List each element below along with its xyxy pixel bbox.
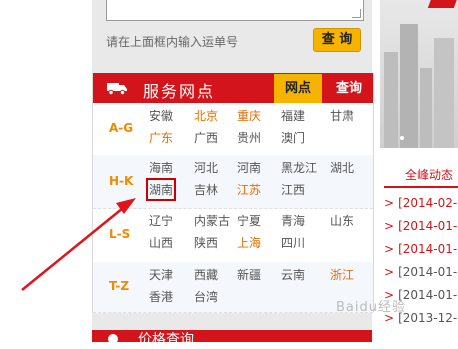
watermark: Baidu经验 (336, 300, 406, 315)
annotation-arrow (21, 198, 136, 291)
